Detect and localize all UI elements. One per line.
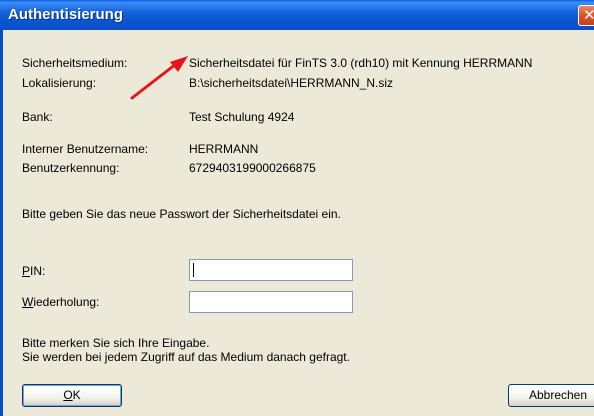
- pin-input[interactable]: [189, 259, 353, 281]
- bank-label: Bank:: [22, 110, 53, 124]
- window-title: Authentisierung: [8, 6, 123, 23]
- ok-button[interactable]: OK: [22, 384, 122, 407]
- internal-username-value: HERRMANN: [189, 142, 259, 156]
- bank-value: Test Schulung 4924: [189, 110, 295, 124]
- ok-accelerator: O: [63, 388, 73, 402]
- ok-label: K: [72, 388, 81, 402]
- internal-username-label: Interner Benutzername:: [22, 142, 149, 156]
- notice-line-2: Sie werden bei jedem Zugriff auf das Med…: [22, 350, 350, 364]
- close-button[interactable]: ✕: [578, 5, 594, 26]
- pin-label: PIN:: [22, 264, 45, 279]
- pin-label-text: IN:: [30, 264, 46, 278]
- location-value: B:\sicherheitsdatei\HERRMANN_N.siz: [189, 76, 394, 90]
- repeat-label-text: iederholung:: [33, 295, 100, 309]
- close-icon: ✕: [583, 6, 594, 24]
- repeat-label: Wiederholung:: [22, 295, 99, 310]
- location-label: Lokalisierung:: [22, 76, 97, 90]
- pin-label-accelerator: P: [22, 264, 31, 278]
- user-id-value: 6729403199000266875: [189, 161, 316, 175]
- medium-label: Sicherheitsmedium:: [22, 56, 128, 70]
- repeat-label-accelerator: W: [22, 295, 34, 309]
- title-bar[interactable]: Authentisierung ✕: [0, 0, 594, 30]
- notice-line-1: Bitte merken Sie sich Ihre Eingabe.: [22, 336, 210, 350]
- prompt-text: Bitte geben Sie das neue Passwort der Si…: [22, 207, 341, 221]
- user-id-label: Benutzerkennung:: [22, 161, 120, 175]
- repeat-pin-input[interactable]: [189, 291, 353, 313]
- authentication-dialog: Authentisierung ✕ Sicherheitsmedium: Sic…: [0, 0, 594, 416]
- red-arrow-icon: [130, 56, 188, 100]
- cancel-button[interactable]: Abbrechen: [508, 384, 594, 407]
- medium-value: Sicherheitsdatei für FinTS 3.0 (rdh10) m…: [189, 56, 533, 70]
- text-caret: [193, 263, 194, 277]
- window-frame-left: [0, 30, 3, 416]
